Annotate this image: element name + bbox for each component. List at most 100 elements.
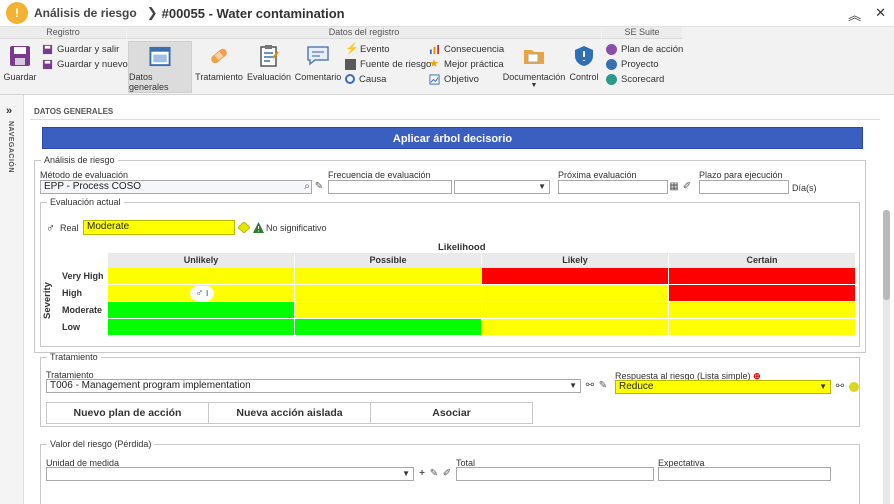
proxima-label: Próxima evaluación bbox=[558, 170, 637, 180]
clipboard-icon bbox=[260, 45, 279, 67]
tab-comentario[interactable]: Comentario bbox=[294, 41, 342, 93]
matrix-row-header: Moderate bbox=[56, 302, 108, 319]
consecuencia-button[interactable]: Consecuencia bbox=[429, 42, 504, 56]
chevron-down-icon: ▼ bbox=[569, 381, 577, 390]
matrix-cell[interactable] bbox=[482, 268, 669, 285]
group-header-suite: SE Suite bbox=[602, 27, 682, 39]
matrix-cell[interactable] bbox=[669, 285, 856, 302]
mejor-practica-button[interactable]: ★ Mejor práctica bbox=[429, 57, 504, 71]
group-header-registro: Registro bbox=[0, 27, 126, 39]
target-chart-icon bbox=[429, 73, 440, 85]
folder-icon bbox=[524, 50, 544, 64]
save-exit-icon bbox=[42, 44, 53, 54]
edit-icon[interactable]: ✎ bbox=[428, 468, 440, 480]
guardar-button[interactable]: Guardar bbox=[3, 41, 37, 93]
causa-button[interactable]: Causa bbox=[345, 72, 386, 86]
star-icon: ★ bbox=[429, 57, 439, 70]
frecuencia-input[interactable] bbox=[328, 180, 452, 194]
tratamiento-legend: Tratamiento bbox=[50, 352, 98, 362]
matrix-row-header: High bbox=[56, 285, 108, 302]
plan-accion-button[interactable]: Plan de acción bbox=[606, 42, 683, 56]
navigation-panel[interactable]: » NAVEGACIÓN bbox=[0, 95, 24, 504]
evaluacion-legend: Evaluación actual bbox=[50, 197, 121, 207]
add-icon[interactable]: + bbox=[416, 468, 428, 480]
vertical-scrollbar[interactable] bbox=[883, 210, 890, 504]
respuesta-select[interactable]: Reduce ▼ bbox=[615, 380, 831, 394]
valor-legend: Valor del riesgo (Pérdida) bbox=[50, 439, 152, 449]
bar-chart-icon bbox=[429, 44, 440, 54]
tratamiento-select[interactable]: T006 - Management program implementation… bbox=[46, 379, 581, 393]
matrix-cell[interactable] bbox=[108, 268, 295, 285]
unidad-select[interactable]: ▼ bbox=[46, 467, 414, 481]
matrix-cell[interactable] bbox=[669, 268, 856, 285]
nuevo-plan-accion-button[interactable]: Nuevo plan de acción bbox=[46, 402, 209, 424]
chevron-down-icon: ▼ bbox=[538, 182, 546, 191]
clear-icon[interactable]: ✎ bbox=[597, 380, 609, 392]
plazo-unit: Día(s) bbox=[792, 183, 817, 193]
eraser-icon[interactable]: ✎ bbox=[313, 181, 325, 193]
record-title: #00055 - Water contamination bbox=[161, 5, 345, 21]
scrollbar-thumb[interactable] bbox=[883, 210, 890, 300]
scorecard-button[interactable]: Scorecard bbox=[606, 72, 664, 86]
expectativa-input[interactable] bbox=[658, 467, 831, 481]
real-label: Real bbox=[60, 223, 79, 233]
group-header-datos: Datos del registro bbox=[127, 27, 601, 39]
binoculars-icon[interactable]: ⚯ bbox=[834, 381, 846, 393]
matrix-cell[interactable] bbox=[108, 319, 295, 336]
clear-icon[interactable]: ✐ bbox=[441, 468, 453, 480]
date-picker-icon[interactable]: ✐ bbox=[681, 181, 693, 193]
matrix-row-header: Low bbox=[56, 319, 108, 336]
search-icon[interactable]: ⌕ bbox=[301, 181, 313, 193]
asociar-button[interactable]: Asociar bbox=[370, 402, 533, 424]
proxima-date-input[interactable] bbox=[558, 180, 668, 194]
marker-label: I bbox=[206, 289, 209, 298]
metodo-field[interactable]: EPP - Process COSO bbox=[40, 180, 312, 194]
nueva-accion-aislada-button[interactable]: Nueva acción aislada bbox=[208, 402, 371, 424]
objetivo-button[interactable]: Objetivo bbox=[429, 72, 479, 86]
real-level-field: Moderate bbox=[83, 220, 235, 235]
frecuencia-unit-select[interactable]: ▼ bbox=[454, 180, 550, 194]
matrix-cell[interactable] bbox=[482, 285, 669, 302]
total-input[interactable] bbox=[456, 467, 654, 481]
section-divider bbox=[30, 119, 880, 120]
proyecto-button[interactable]: Proyecto bbox=[606, 57, 659, 71]
apply-decision-tree-button[interactable]: Aplicar árbol decisorio bbox=[42, 127, 863, 149]
plazo-label: Plazo para ejecución bbox=[699, 170, 783, 180]
matrix-row-header: Very High bbox=[56, 268, 108, 285]
tab-evaluacion[interactable]: Evaluación bbox=[246, 41, 292, 93]
expand-nav-icon[interactable]: » bbox=[6, 105, 12, 117]
matrix-cell[interactable] bbox=[669, 319, 856, 336]
matrix-cell[interactable] bbox=[295, 285, 482, 302]
main-content: DATOS GENERALES Aplicar árbol decisorio … bbox=[24, 95, 894, 504]
diamond-icon bbox=[238, 222, 250, 233]
close-icon[interactable]: ✕ bbox=[875, 5, 886, 24]
matrix-cell[interactable] bbox=[482, 302, 669, 319]
bandage-icon bbox=[211, 48, 227, 64]
save-icon bbox=[10, 46, 30, 66]
current-risk-marker[interactable]: ♂ I bbox=[190, 286, 214, 301]
plazo-input[interactable] bbox=[699, 180, 789, 194]
matrix-cell[interactable] bbox=[482, 319, 669, 336]
frecuencia-label: Frecuencia de evaluación bbox=[328, 170, 431, 180]
tab-tratamiento[interactable]: Tratamiento bbox=[195, 41, 243, 93]
guardar-nuevo-button[interactable]: Guardar y nuevo bbox=[42, 57, 128, 71]
severity-axis-label: Severity bbox=[42, 282, 53, 319]
tab-datos-generales[interactable]: Datos generales bbox=[128, 41, 192, 93]
chevron-down-icon: ▼ bbox=[819, 382, 827, 391]
matrix-cell[interactable] bbox=[108, 302, 295, 319]
control-button[interactable]: Control bbox=[567, 41, 601, 93]
title-separator-icon: ❯ bbox=[146, 5, 158, 20]
matrix-cell[interactable] bbox=[669, 302, 856, 319]
magnifier-icon bbox=[345, 74, 355, 84]
calendar-icon[interactable]: ▦ bbox=[668, 181, 680, 193]
matrix-cell[interactable] bbox=[295, 319, 482, 336]
fuente-riesgo-button[interactable]: Fuente de riesgo bbox=[345, 57, 431, 71]
collapse-icon[interactable]: ︽ bbox=[848, 5, 861, 24]
binoculars-icon[interactable]: ⚯ bbox=[584, 380, 596, 392]
matrix-cell[interactable] bbox=[295, 302, 482, 319]
documentacion-dropdown[interactable]: Documentación ▼ bbox=[503, 41, 565, 93]
guardar-salir-button[interactable]: Guardar y salir bbox=[42, 42, 119, 56]
matrix-cell[interactable] bbox=[295, 268, 482, 285]
navigation-label: NAVEGACIÓN bbox=[7, 121, 14, 173]
evento-button[interactable]: ⚡ Evento bbox=[345, 42, 390, 56]
